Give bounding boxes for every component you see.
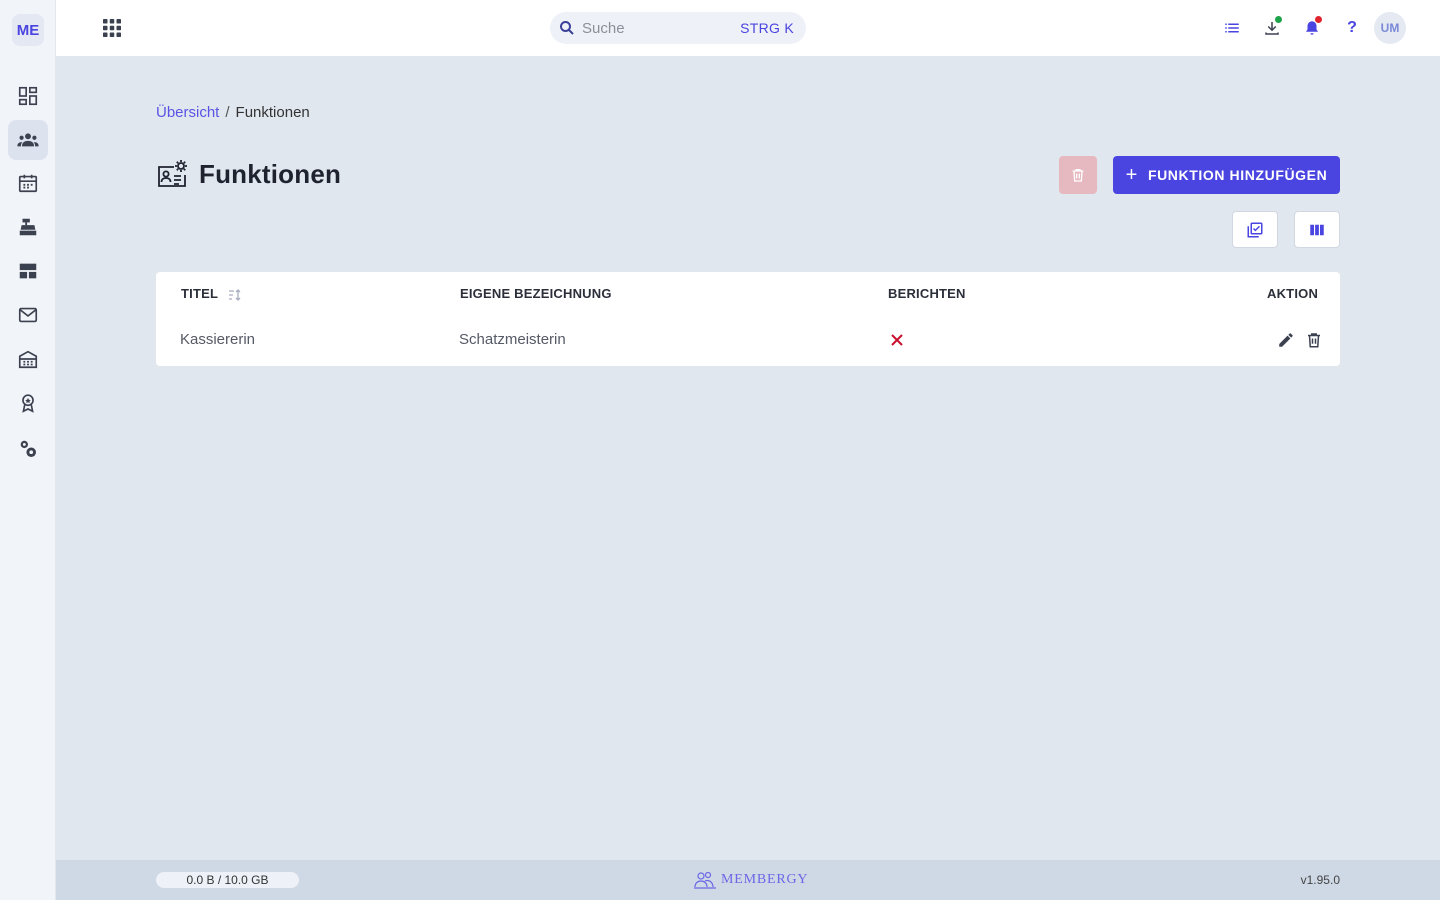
function-badge-icon — [158, 160, 187, 187]
help-icon: ? — [1347, 19, 1357, 36]
selection-mode-button[interactable] — [1232, 211, 1278, 248]
download-status-dot — [1275, 16, 1282, 23]
breadcrumb-separator: / — [225, 104, 230, 121]
breadcrumb-link-overview[interactable]: Übersicht — [156, 104, 219, 121]
tasks-button[interactable] — [1216, 12, 1248, 44]
column-header-report[interactable]: BERICHTEN — [888, 286, 966, 301]
apps-grid-icon[interactable] — [100, 16, 124, 40]
delete-icon[interactable] — [1305, 331, 1323, 349]
page-header: Funktionen — [156, 158, 341, 190]
breadcrumb: Übersicht / Funktionen — [156, 104, 310, 121]
app-logo[interactable]: ME — [12, 14, 44, 46]
cell-title: Kassiererin — [180, 331, 256, 348]
cell-custom-name: Schatzmeisterin — [459, 331, 566, 348]
award-icon — [22, 394, 34, 413]
search-shortcut: STRG K — [740, 20, 794, 36]
add-function-button[interactable]: + FUNKTION HINZUFÜGEN — [1113, 156, 1340, 194]
members-icon — [17, 133, 39, 147]
notifications-button[interactable] — [1296, 12, 1328, 44]
column-header-title[interactable]: TITEL — [181, 286, 242, 302]
sidebar-item-dashboard[interactable] — [8, 76, 48, 116]
downloads-button[interactable] — [1256, 12, 1288, 44]
sidebar-item-members[interactable] — [8, 120, 48, 160]
checklist-icon — [1247, 222, 1263, 237]
bulk-delete-button[interactable] — [1059, 156, 1097, 194]
app-version: v1.95.0 — [1300, 873, 1340, 887]
brand-logo: MEMBERGY — [692, 870, 808, 890]
plus-icon: + — [1125, 164, 1138, 186]
column-header-title-label: TITEL — [181, 286, 218, 301]
topbar: Suche STRG K ? UM — [56, 0, 1440, 56]
functions-table: TITEL EIGENE BEZEICHNUNG BERICHTEN AKTIO… — [156, 272, 1340, 366]
sidebar-item-building[interactable] — [8, 339, 48, 379]
sidebar: ME — [0, 0, 56, 900]
brand-name: MEMBERGY — [721, 872, 809, 887]
user-avatar[interactable]: UM — [1374, 12, 1406, 44]
sidebar-item-settings[interactable] — [8, 429, 48, 469]
column-header-custom-name[interactable]: EIGENE BEZEICHNUNG — [460, 286, 612, 301]
columns-button[interactable] — [1294, 211, 1340, 248]
storage-usage: 0.0 B / 10.0 GB — [156, 872, 299, 888]
sidebar-item-layout[interactable] — [8, 251, 48, 291]
cash-register-icon — [19, 218, 37, 236]
columns-icon — [1310, 224, 1324, 235]
search-placeholder: Suche — [582, 20, 625, 37]
calendar-icon — [18, 174, 38, 193]
sidebar-item-mail[interactable] — [8, 295, 48, 335]
footer: 0.0 B / 10.0 GB MEMBERGY v1.95.0 — [56, 860, 1440, 900]
search-icon — [560, 21, 574, 35]
sidebar-item-award[interactable] — [8, 383, 48, 423]
notification-dot — [1315, 16, 1322, 23]
column-header-action: AKTION — [1267, 286, 1319, 301]
mail-icon — [18, 307, 38, 323]
building-icon — [18, 350, 38, 369]
sidebar-item-cash-register[interactable] — [8, 207, 48, 247]
sidebar-item-calendar[interactable] — [8, 163, 48, 203]
breadcrumb-current: Funktionen — [235, 104, 310, 121]
dashboard-icon — [18, 86, 38, 106]
settings-icon — [20, 440, 36, 457]
trash-icon — [1072, 169, 1084, 182]
close-icon — [891, 334, 903, 346]
search-input[interactable]: Suche STRG K — [550, 12, 806, 44]
add-function-label: FUNKTION HINZUFÜGEN — [1147, 167, 1328, 183]
help-button[interactable]: ? — [1336, 12, 1368, 44]
page-title: Funktionen — [199, 158, 342, 189]
layout-icon — [19, 263, 37, 279]
membergy-logo-icon — [694, 871, 716, 889]
edit-icon[interactable] — [1277, 331, 1295, 349]
topbar-actions: ? UM — [1208, 12, 1406, 44]
list-icon — [1225, 23, 1239, 33]
sort-icon[interactable] — [228, 288, 242, 302]
